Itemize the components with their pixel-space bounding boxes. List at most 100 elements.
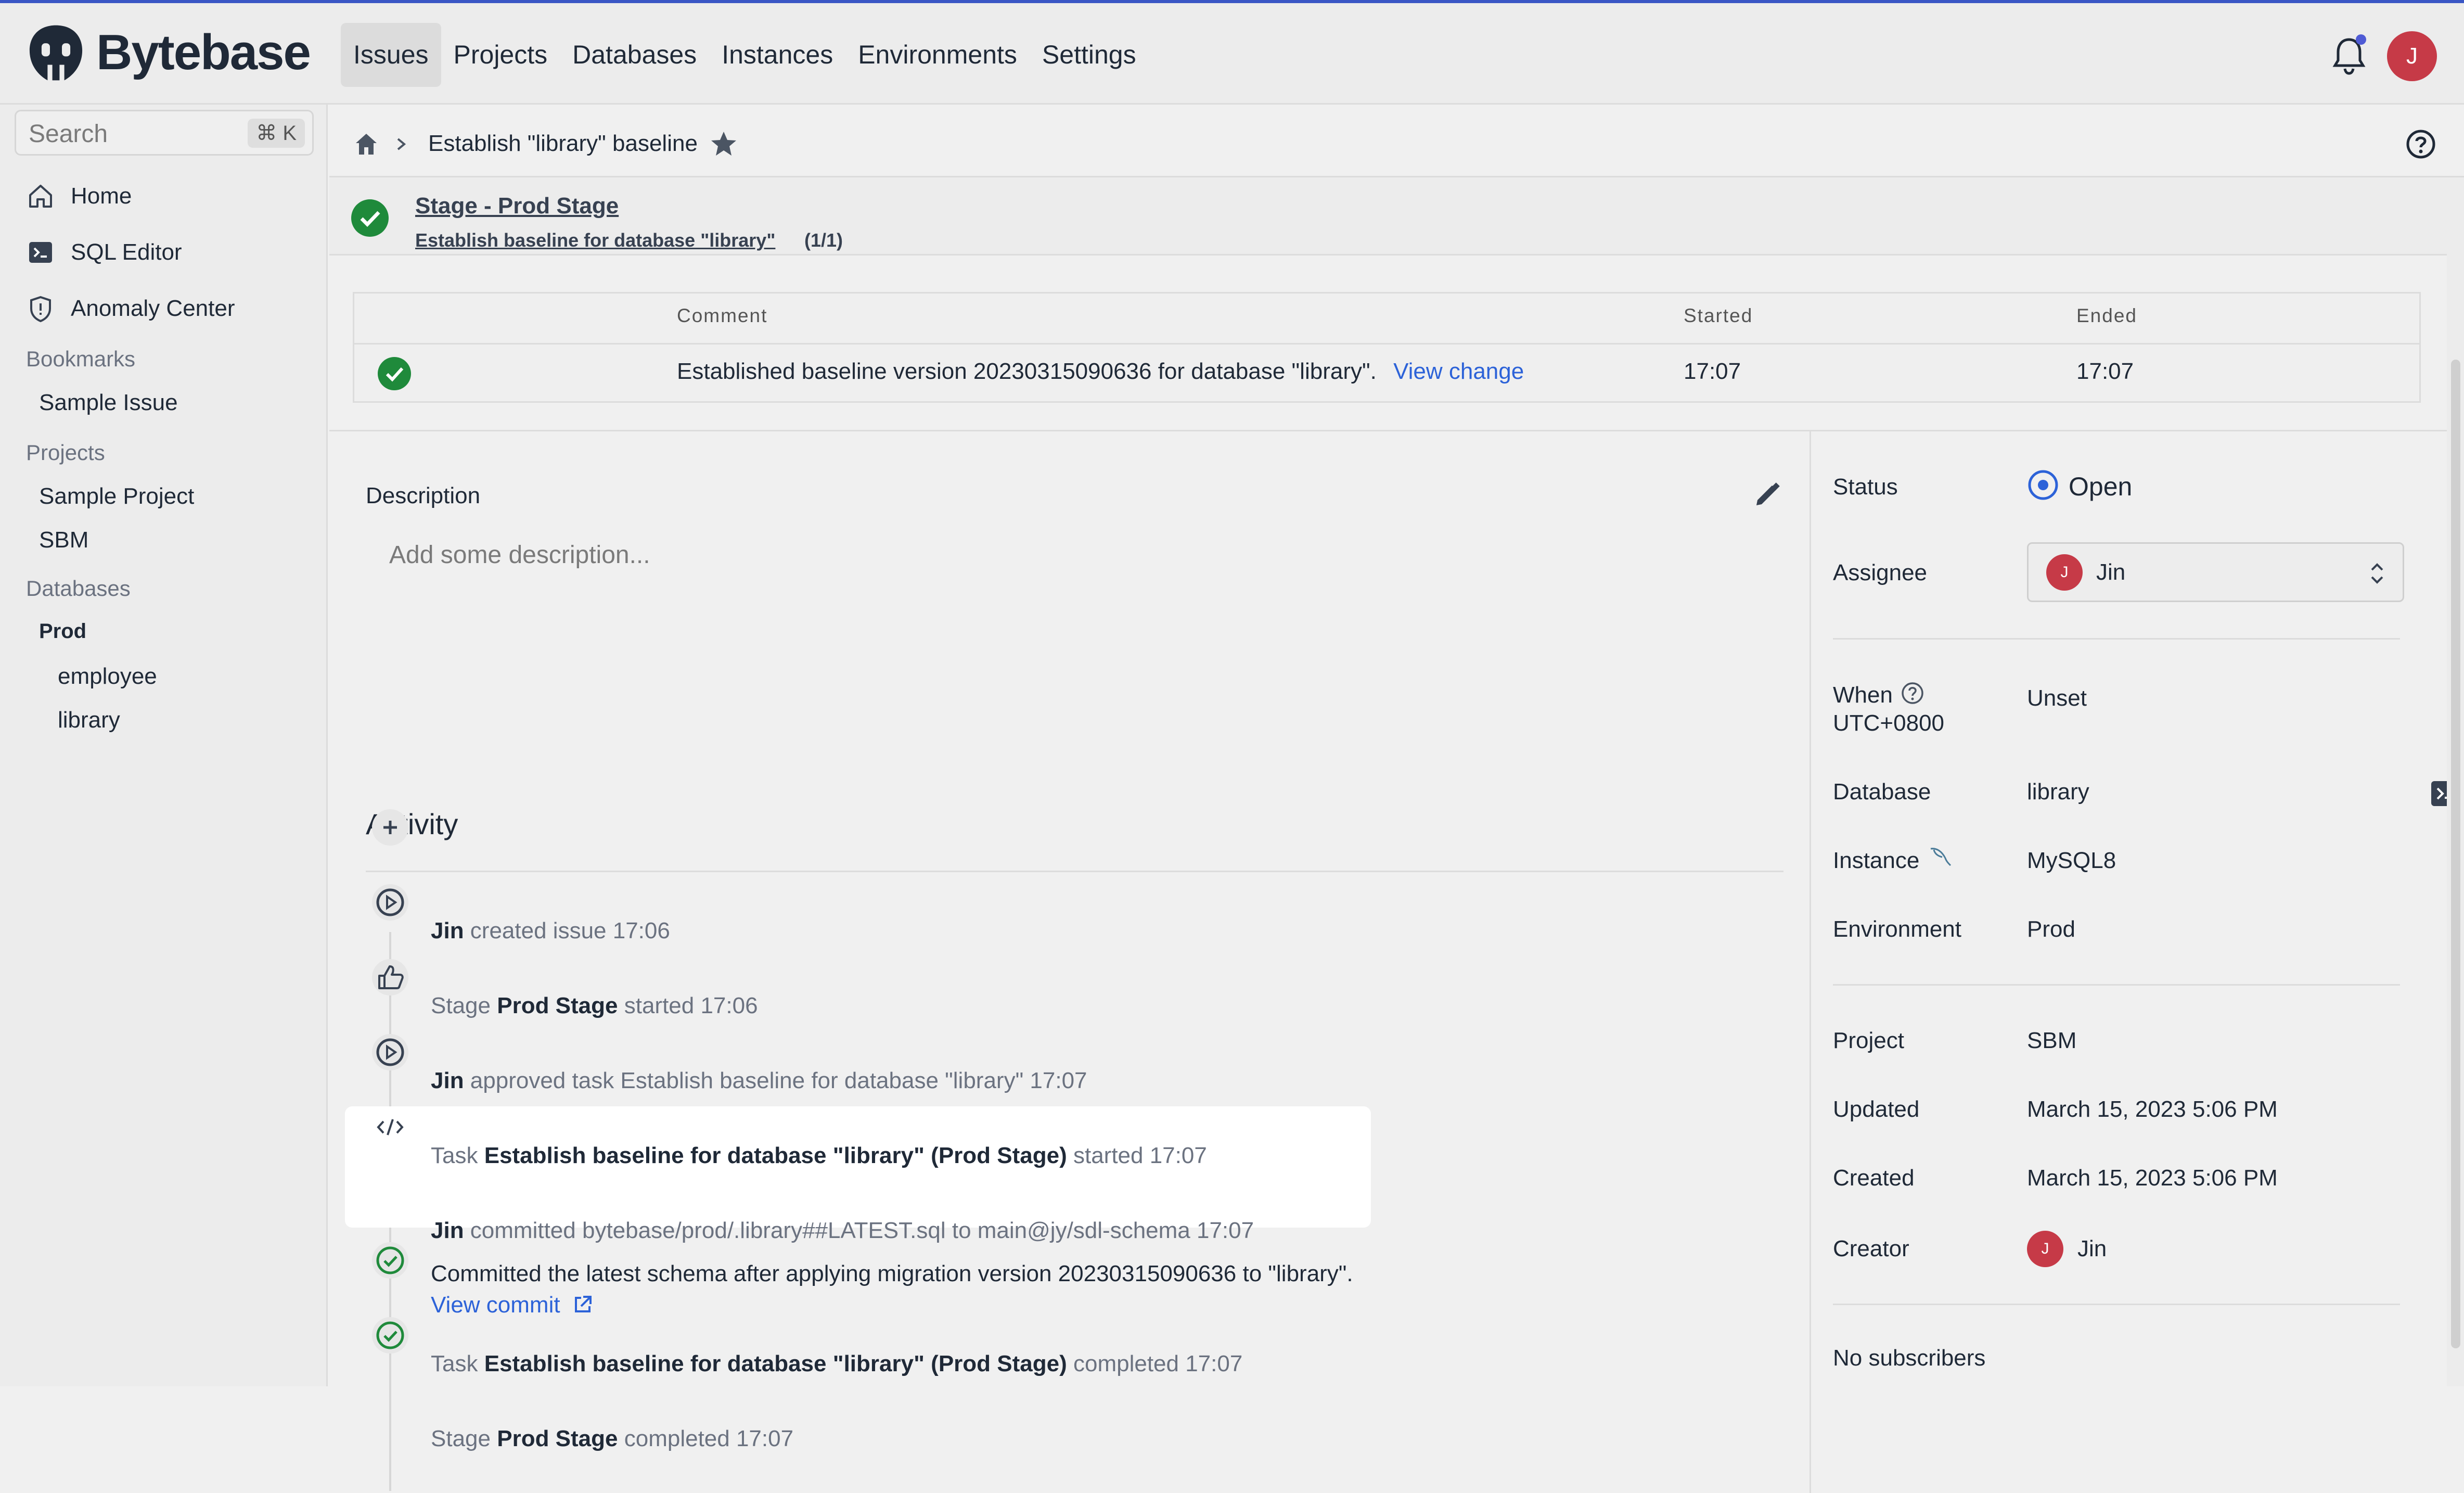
nav-environments[interactable]: Environments [845,23,1030,87]
row-started: 17:07 [1684,359,1741,384]
environment-label: Environment [1833,916,1962,942]
search-shortcut: ⌘ K [248,119,305,148]
updated-label: Updated [1833,1096,1920,1122]
activity-suffix: started 17:07 [1067,1143,1207,1168]
sidebar-item-anomaly-center[interactable]: Anomaly Center [26,288,235,329]
stage-task-link[interactable]: Establish baseline for database "library… [415,229,775,251]
activity-item: Jin approved task Establish baseline for… [431,1068,1087,1094]
sidebar: Search ⌘ K Home SQL Editor Anomaly Cente… [0,105,328,1386]
panel-divider [1833,638,2400,640]
environment-value[interactable]: Prod [2027,916,2075,942]
view-commit-link[interactable]: View commit [431,1292,594,1318]
panel-divider [1810,431,1811,1493]
panel-divider [1833,984,2400,986]
view-commit-label: View commit [431,1292,560,1318]
sidebar-item-label: Home [71,183,132,209]
user-avatar[interactable]: J [2387,31,2437,81]
activity-prefix: Task [431,1143,484,1168]
help-icon[interactable] [2405,129,2436,160]
status-value: Open [2069,472,2133,501]
project-value[interactable]: SBM [2027,1028,2076,1054]
top-header: Bytebase Issues Projects Databases Insta… [0,3,2464,105]
activity-item: Jin created issue 17:06 [431,918,670,944]
activity-suffix: committed bytebase/prod/.library##LATEST… [464,1218,1254,1243]
scrollbar[interactable] [2447,177,2464,1386]
column-ended: Ended [2076,305,2137,326]
sidebar-item-label: Anomaly Center [71,296,235,321]
edit-pencil-icon[interactable] [1752,480,1781,509]
main-content: Establish "library" baseline Stage - Pro… [329,105,2464,1493]
creator-label: Creator [1833,1236,1909,1261]
stage-bar: Stage - Prod Stage Establish baseline fo… [329,177,2447,256]
notification-bell-icon[interactable] [2331,34,2367,76]
row-comment: Established baseline version 20230315090… [677,359,1377,384]
database-library[interactable]: library [58,707,120,733]
assignee-select[interactable]: J Jin [2027,542,2404,602]
nav-projects[interactable]: Projects [441,23,560,87]
activity-item: Stage Prod Stage started 17:06 [431,993,758,1019]
nav-issues[interactable]: Issues [341,23,441,87]
activity-suffix: completed 17:07 [618,1426,794,1451]
when-label: When [1833,682,1893,708]
row-ended: 17:07 [2076,359,2134,384]
description-input[interactable]: Add some description... [389,541,650,569]
database-employee[interactable]: employee [58,663,157,690]
created-label: Created [1833,1165,1915,1191]
table-divider [354,343,2419,344]
activity-subject: Establish baseline for database "library… [484,1351,1067,1376]
database-value[interactable]: library [2027,779,2089,805]
breadcrumb: Establish "library" baseline [329,105,2464,177]
section-divider [329,430,2447,431]
activity-suffix: created issue 17:06 [464,918,670,943]
home-icon[interactable] [353,131,380,158]
assignee-avatar: J [2046,554,2083,591]
activity-item: Stage Prod Stage completed 17:07 [431,1426,793,1452]
activity-divider [366,871,1783,872]
select-arrows-icon [2371,563,2383,584]
when-value[interactable]: Unset [2027,685,2087,711]
activity-prefix: Task [431,1351,484,1376]
sidebar-item-label: SQL Editor [71,239,182,265]
sidebar-item-sql-editor[interactable]: SQL Editor [26,232,182,273]
database-label: Database [1833,779,1931,805]
breadcrumb-title: Establish "library" baseline [428,131,698,156]
creator-value: Jin [2077,1236,2107,1261]
project-sbm[interactable]: SBM [39,527,88,553]
status-open-icon [2028,470,2058,500]
projects-heading: Projects [26,440,105,465]
activity-suffix: completed 17:07 [1067,1351,1243,1376]
sidebar-item-home[interactable]: Home [26,175,132,217]
bookmark-sample-issue[interactable]: Sample Issue [39,390,178,416]
bytebase-logo-icon[interactable] [26,23,86,83]
activity-actor: Jin [431,1218,464,1243]
shield-icon [30,296,51,323]
star-icon[interactable] [709,130,738,159]
environment-prod[interactable]: Prod [39,620,86,643]
search-input[interactable]: Search ⌘ K [15,110,314,156]
check-circle-icon [372,1317,408,1354]
code-icon [372,1109,408,1145]
panel-divider [1833,1304,2400,1305]
nav-instances[interactable]: Instances [709,23,845,87]
main-nav: Issues Projects Databases Instances Envi… [341,23,1149,87]
project-sample-project[interactable]: Sample Project [39,483,194,509]
bookmarks-heading: Bookmarks [26,347,136,371]
thumbs-up-icon [372,959,408,996]
stage-title-link[interactable]: Stage - Prod Stage [415,193,619,219]
nav-databases[interactable]: Databases [560,23,709,87]
column-comment: Comment [677,305,768,326]
instance-value[interactable]: MySQL8 [2027,848,2116,874]
brand-name[interactable]: Bytebase [96,24,311,81]
chevron-right-icon [397,138,406,150]
activity-prefix: Stage [431,1426,497,1451]
databases-heading: Databases [26,576,131,601]
activity-actor: Jin [431,1068,464,1093]
view-change-link[interactable]: View change [1393,359,1524,384]
task-run-table: Comment Started Ended Established baseli… [353,292,2421,403]
help-icon[interactable] [1901,681,1924,705]
updated-value: March 15, 2023 5:06 PM [2027,1096,2278,1122]
nav-settings[interactable]: Settings [1030,23,1149,87]
scrollbar-thumb[interactable] [2451,360,2460,1348]
subscribers-text: No subscribers [1833,1345,1986,1371]
stage-task-count: (1/1) [804,229,843,251]
